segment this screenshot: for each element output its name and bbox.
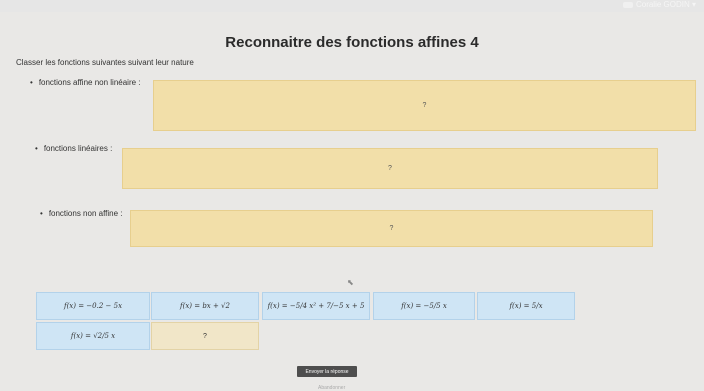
dropzone-lineaires[interactable]: ? [122,148,658,189]
dropzone-non-affine[interactable]: ? [130,210,653,247]
function-tile[interactable]: f(x) = 5/x [477,292,575,320]
mouse-cursor-icon: ⬉ [347,278,354,287]
function-tile[interactable]: f(x) = −5/4 x² + 7/−5 x + 5 [262,292,370,320]
abandon-link[interactable]: Abandonner [318,385,345,391]
function-tile[interactable]: f(x) = −0.2 − 5x [36,292,150,320]
function-tile[interactable]: f(x) = −5/5 x [373,292,475,320]
top-bar [0,0,704,12]
instructions: Classer les fonctions suivantes suivant … [16,58,194,67]
function-tile[interactable]: f(x) = √2/5 x [36,322,150,350]
page-title: Reconnaitre des fonctions affines 4 [225,34,479,51]
dropzone-placeholder: ? [389,225,394,232]
user-icon [622,1,633,8]
category-label-affine-non-lineaire: fonctions affine non linéaire : [30,78,141,87]
dropzone-affine-non-lineaire[interactable]: ? [153,80,696,131]
dropzone-placeholder: ? [388,165,392,172]
category-label-lineaires: fonctions linéaires : [35,144,112,153]
function-tile-empty[interactable]: ? [151,322,259,350]
user-menu[interactable]: Coralie GODIN ▾ [622,0,696,9]
category-label-non-affine: fonctions non affine : [40,209,123,218]
user-name: Coralie GODIN ▾ [635,0,696,9]
function-tile[interactable]: f(x) = bx + √2 [151,292,259,320]
dropzone-placeholder: ? [422,102,427,109]
submit-answer-button[interactable]: Envoyer la réponse [297,366,357,377]
